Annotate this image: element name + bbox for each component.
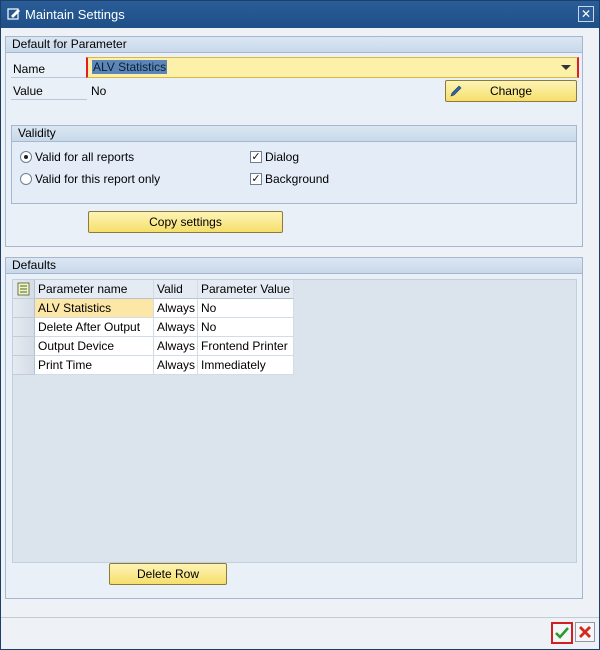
change-button[interactable]: Change (445, 80, 577, 102)
value-value: No (91, 84, 107, 98)
cancel-button[interactable] (575, 622, 595, 642)
close-button[interactable]: ✕ (578, 6, 594, 22)
table-cell-value[interactable]: No (198, 318, 294, 337)
copy-settings-label: Copy settings (149, 215, 222, 229)
copy-settings-button[interactable]: Copy settings (88, 211, 283, 233)
window-title: Maintain Settings (25, 7, 125, 22)
validity-group: Validity (11, 125, 577, 204)
radio-valid-all-label: Valid for all reports (35, 150, 135, 164)
maintain-settings-dialog: Maintain Settings ✕ Default for Paramete… (0, 0, 600, 650)
chevron-down-icon[interactable] (561, 65, 571, 70)
table-layout-icon (17, 282, 30, 296)
dialog-checkbox[interactable]: ✓ (250, 151, 262, 163)
background-checkbox-label: Background (265, 172, 330, 186)
delete-row-button[interactable]: Delete Row (109, 563, 227, 585)
table-cell-valid[interactable]: Always (154, 318, 198, 337)
default-parameter-header: Default for Parameter (6, 37, 582, 53)
radio-valid-all-reports[interactable] (20, 151, 32, 163)
table-cell-name[interactable]: Print Time (35, 356, 154, 375)
table-cell-name[interactable]: Delete After Output (35, 318, 154, 337)
footer-divider (1, 617, 599, 618)
table-cell-name[interactable]: Output Device (35, 337, 154, 356)
radio-valid-this-label: Valid for this report only (35, 172, 161, 186)
table-cell-value[interactable]: Immediately (198, 356, 294, 375)
table-cell-valid[interactable]: Always (154, 356, 198, 375)
close-icon: ✕ (580, 7, 592, 21)
row-selector[interactable] (13, 318, 35, 337)
ok-button[interactable] (551, 622, 573, 644)
defaults-header: Defaults (6, 258, 582, 274)
pencil-icon (450, 85, 462, 97)
row-selector[interactable] (13, 337, 35, 356)
column-header-parameter-name[interactable]: Parameter name (35, 280, 154, 299)
background-checkbox[interactable]: ✓ (250, 173, 262, 185)
validity-header: Validity (12, 126, 576, 142)
delete-row-label: Delete Row (136, 567, 200, 581)
change-button-label: Change (489, 84, 533, 98)
dialog-checkbox-label: Dialog (265, 150, 300, 164)
table-cell-name[interactable]: ALV Statistics (35, 299, 154, 318)
column-header-parameter-value[interactable]: Parameter Value (198, 280, 294, 299)
name-label: Name (11, 61, 87, 78)
table-config-button[interactable] (13, 280, 35, 299)
column-header-valid[interactable]: Valid (154, 280, 198, 299)
name-dropdown[interactable]: ALV Statistics (86, 57, 579, 78)
table-cell-valid[interactable]: Always (154, 299, 198, 318)
checkmark-icon (555, 627, 569, 639)
title-bar: Maintain Settings ✕ (1, 1, 599, 28)
table-cell-valid[interactable]: Always (154, 337, 198, 356)
radio-valid-this-report[interactable] (20, 173, 32, 185)
table-cell-value[interactable]: No (198, 299, 294, 318)
table-cell-value[interactable]: Frontend Printer (198, 337, 294, 356)
cancel-x-icon (579, 626, 591, 638)
name-value: ALV Statistics (92, 60, 168, 74)
row-selector[interactable] (13, 299, 35, 318)
value-label: Value (11, 83, 87, 100)
settings-window-icon (7, 8, 20, 20)
row-selector[interactable] (13, 356, 35, 375)
